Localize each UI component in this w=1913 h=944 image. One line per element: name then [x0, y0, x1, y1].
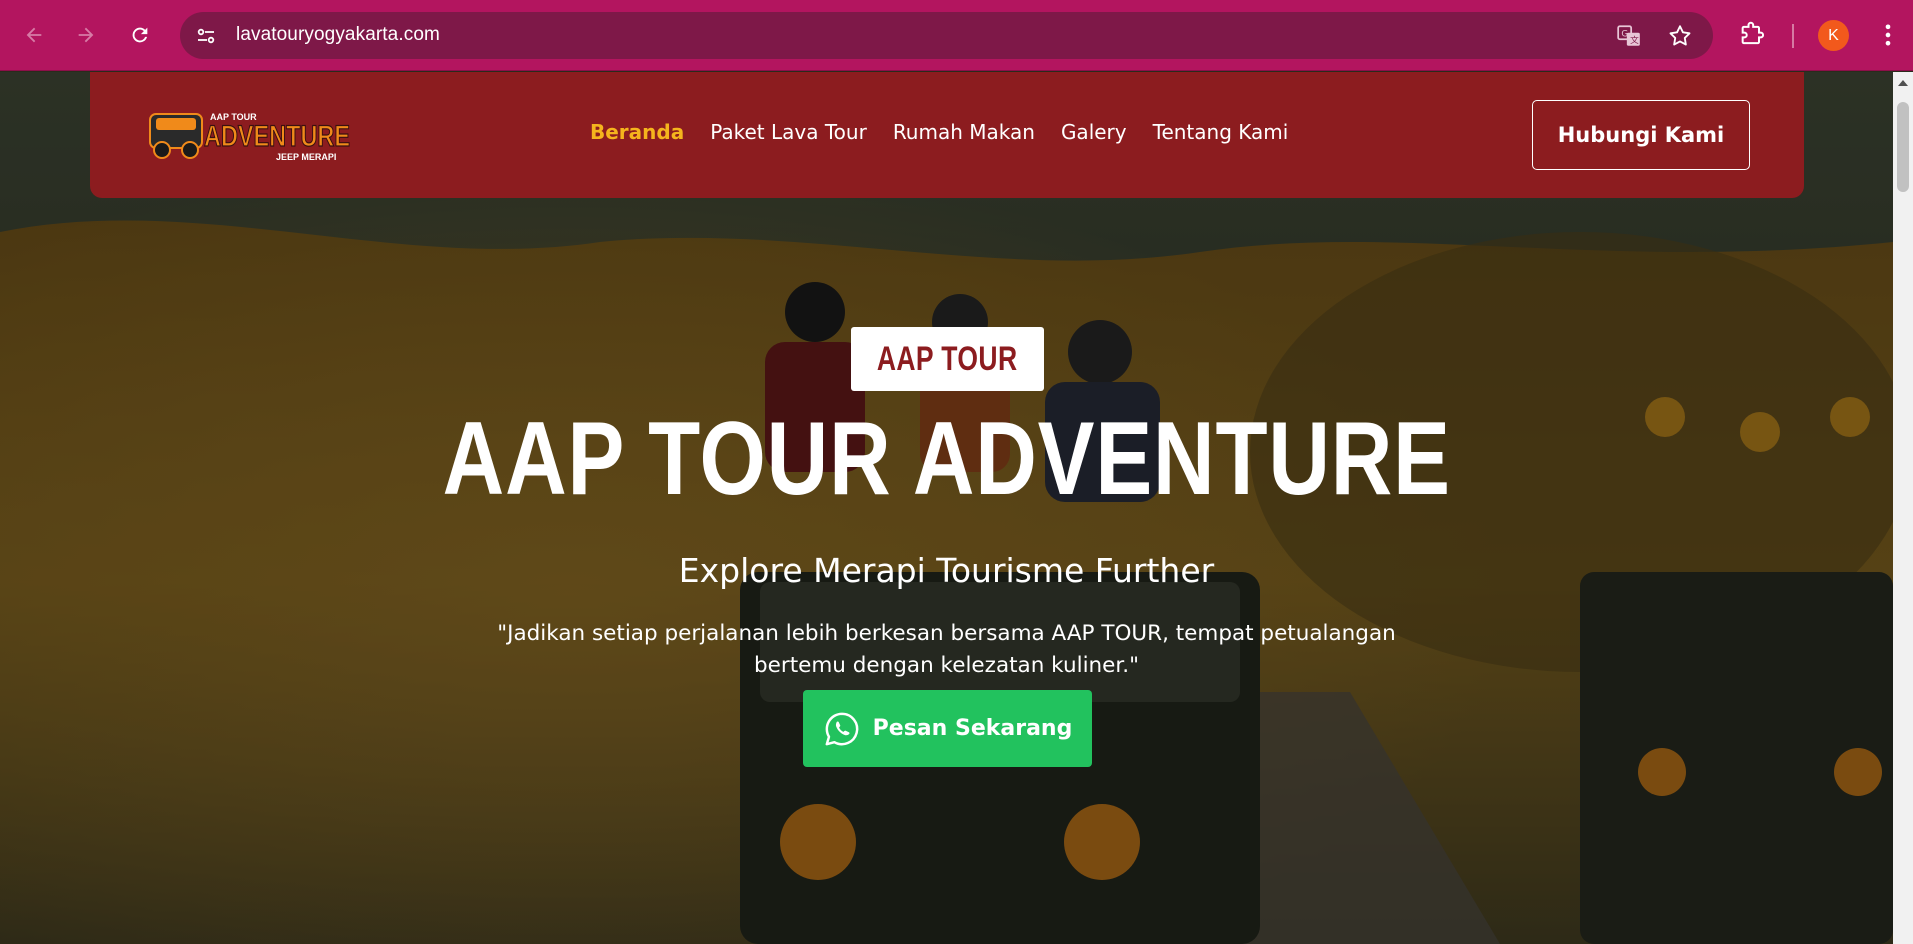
browser-toolbar: lavatouryogyakarta.com G 文 K — [0, 0, 1913, 71]
address-bar[interactable]: lavatouryogyakarta.com G 文 — [180, 12, 1713, 59]
whatsapp-icon — [825, 712, 859, 745]
toolbar-separator — [1792, 24, 1794, 48]
nav-tentang-kami[interactable]: Tentang Kami — [1153, 120, 1289, 144]
svg-text:G: G — [1621, 30, 1628, 40]
logo-text-bottom: JEEP MERAPI — [276, 152, 336, 162]
page-scrollbar[interactable] — [1893, 72, 1913, 944]
forward-arrow-icon — [78, 27, 94, 43]
hero-title: AAP TOUR ADVENTURE — [0, 400, 1893, 519]
order-now-label: Pesan Sekarang — [872, 716, 1073, 741]
contact-button[interactable]: Hubungi Kami — [1532, 100, 1750, 170]
hero-subtitle: Explore Merapi Tourisme Further — [678, 551, 1215, 590]
logo-text-main: ADVENTURE — [204, 120, 350, 153]
back-button[interactable] — [16, 17, 52, 53]
nav-rumah-makan[interactable]: Rumah Makan — [893, 120, 1035, 144]
nav-paket-lava-tour[interactable]: Paket Lava Tour — [710, 120, 867, 144]
site-settings-icon[interactable] — [194, 24, 218, 48]
hero-title-text: AAP TOUR ADVENTURE — [442, 401, 1451, 517]
profile-avatar[interactable]: K — [1818, 20, 1849, 51]
site-header: AAP TOUR ADVENTURE JEEP MERAPI Beranda P… — [90, 72, 1804, 198]
url-text[interactable]: lavatouryogyakarta.com — [236, 24, 440, 46]
hero-quote: "Jadikan setiap perjalanan lebih berkesa… — [497, 621, 1396, 678]
order-now-button[interactable]: Pesan Sekarang — [803, 690, 1092, 767]
hero-badge-text: AAP TOUR — [877, 339, 1018, 378]
page-viewport: AAP TOUR ADVENTURE JEEP MERAPI Beranda P… — [0, 72, 1893, 944]
nav-galery[interactable]: Galery — [1061, 120, 1127, 144]
translate-icon[interactable]: G 文 — [1616, 23, 1642, 49]
bookmark-star-icon[interactable] — [1667, 23, 1693, 49]
jeep-logo-icon — [149, 113, 203, 159]
extensions-puzzle-icon[interactable] — [1738, 21, 1766, 49]
scroll-up-arrow-icon[interactable] — [1898, 80, 1908, 86]
forward-button[interactable] — [68, 17, 104, 53]
svg-text:文: 文 — [1630, 34, 1639, 46]
hero-badge: AAP TOUR — [851, 327, 1044, 391]
scrollbar-thumb[interactable] — [1897, 102, 1909, 192]
site-logo[interactable]: AAP TOUR ADVENTURE JEEP MERAPI — [148, 104, 354, 164]
main-nav: Beranda Paket Lava Tour Rumah Makan Gale… — [590, 120, 1314, 144]
reload-button[interactable] — [122, 17, 158, 53]
nav-beranda[interactable]: Beranda — [590, 120, 684, 144]
back-arrow-icon — [26, 27, 42, 43]
reload-icon — [132, 27, 148, 43]
more-menu-icon[interactable] — [1874, 21, 1902, 49]
